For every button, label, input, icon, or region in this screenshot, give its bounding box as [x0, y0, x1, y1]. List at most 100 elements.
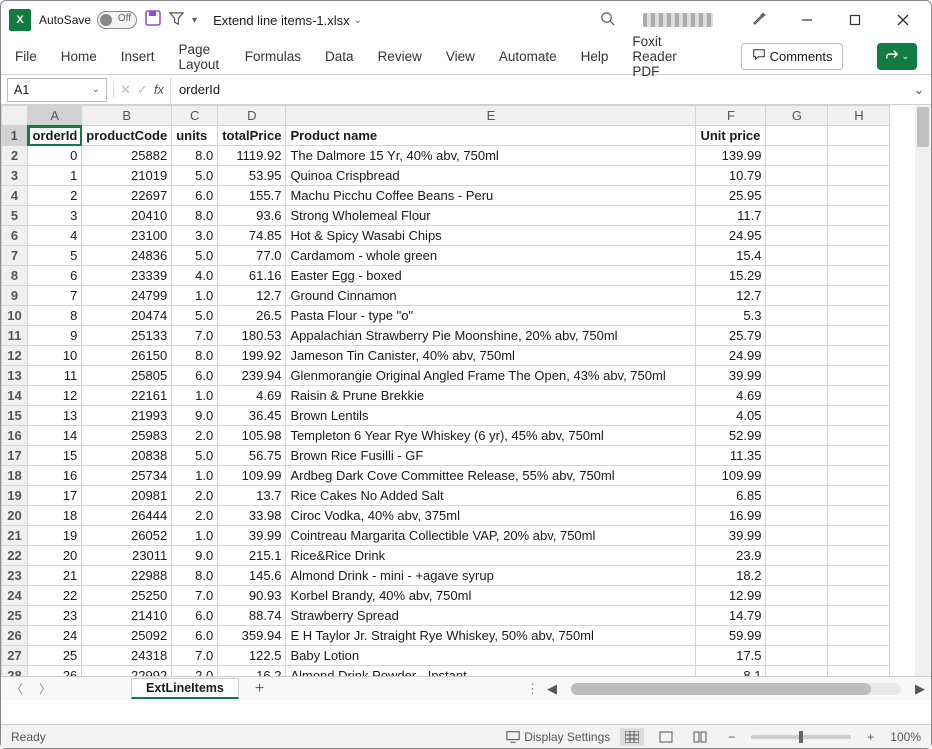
view-pagebreak-button[interactable] — [688, 728, 712, 746]
row-header[interactable]: 17 — [2, 446, 28, 466]
filename[interactable]: Extend line items-1.xlsx ⌄ — [213, 13, 362, 28]
cell[interactable]: 359.94 — [218, 626, 286, 646]
tab-insert[interactable]: Insert — [121, 43, 155, 70]
row-header[interactable]: 5 — [2, 206, 28, 226]
select-all-corner[interactable] — [2, 106, 28, 126]
cell[interactable]: 39.99 — [696, 366, 766, 386]
cell[interactable]: 17.5 — [696, 646, 766, 666]
cell[interactable]: Strawberry Spread — [286, 606, 696, 626]
cell[interactable] — [766, 366, 828, 386]
name-box[interactable]: A1 ⌄ — [7, 78, 107, 102]
tab-data[interactable]: Data — [325, 43, 354, 70]
cell[interactable]: 6.85 — [696, 486, 766, 506]
cell[interactable]: 33.98 — [218, 506, 286, 526]
cell[interactable]: 25734 — [82, 466, 172, 486]
cell[interactable] — [766, 186, 828, 206]
cell[interactable] — [828, 266, 890, 286]
row-header[interactable]: 19 — [2, 486, 28, 506]
tab-view[interactable]: View — [446, 43, 475, 70]
cell[interactable] — [766, 346, 828, 366]
cell[interactable]: Baby Lotion — [286, 646, 696, 666]
sheet-nav-next[interactable]: 〉 — [35, 680, 55, 697]
cell[interactable] — [828, 246, 890, 266]
cell[interactable]: 26.5 — [218, 306, 286, 326]
cell[interactable]: 52.99 — [696, 426, 766, 446]
cell[interactable] — [828, 306, 890, 326]
cell[interactable] — [766, 586, 828, 606]
cell[interactable] — [828, 586, 890, 606]
cell[interactable] — [766, 406, 828, 426]
cell[interactable]: 12.7 — [696, 286, 766, 306]
cell[interactable] — [766, 126, 828, 146]
cell[interactable]: 25133 — [82, 326, 172, 346]
cell[interactable]: 18 — [28, 506, 82, 526]
cell[interactable] — [766, 506, 828, 526]
cell[interactable]: 4.05 — [696, 406, 766, 426]
row-header[interactable]: 8 — [2, 266, 28, 286]
row-header[interactable]: 18 — [2, 466, 28, 486]
cell[interactable]: 93.6 — [218, 206, 286, 226]
cell[interactable]: Almond Drink Powder - Instant — [286, 666, 696, 677]
cell[interactable]: 20 — [28, 546, 82, 566]
row-header[interactable]: 27 — [2, 646, 28, 666]
cell[interactable]: 21993 — [82, 406, 172, 426]
cell[interactable] — [766, 426, 828, 446]
column-header[interactable]: C — [172, 106, 218, 126]
cell[interactable] — [828, 406, 890, 426]
row-header[interactable]: 14 — [2, 386, 28, 406]
cell[interactable]: units — [172, 126, 218, 146]
cell[interactable]: 15.4 — [696, 246, 766, 266]
cell[interactable] — [766, 566, 828, 586]
cell[interactable]: Korbel Brandy, 40% abv, 750ml — [286, 586, 696, 606]
zoom-in-button[interactable]: + — [861, 730, 880, 744]
cell[interactable]: 5.0 — [172, 446, 218, 466]
search-icon[interactable] — [600, 11, 615, 29]
cell[interactable] — [828, 526, 890, 546]
row-header[interactable]: 28 — [2, 666, 28, 677]
sheet-tab-active[interactable]: ExtLineItems — [131, 678, 239, 699]
cell[interactable]: Product name — [286, 126, 696, 146]
cell[interactable]: 2 — [28, 186, 82, 206]
cell[interactable]: 61.16 — [218, 266, 286, 286]
display-settings-button[interactable]: Display Settings — [506, 730, 610, 744]
tab-file[interactable]: File — [15, 43, 37, 70]
cell[interactable]: 23 — [28, 606, 82, 626]
tab-home[interactable]: Home — [61, 43, 97, 70]
cell[interactable]: 59.99 — [696, 626, 766, 646]
cell[interactable]: 20981 — [82, 486, 172, 506]
cell[interactable]: Ciroc Vodka, 40% abv, 375ml — [286, 506, 696, 526]
cell[interactable]: 12.99 — [696, 586, 766, 606]
cell[interactable]: 19 — [28, 526, 82, 546]
cell[interactable] — [766, 626, 828, 646]
fx-icon[interactable]: fx — [154, 82, 164, 97]
cell[interactable]: 11.35 — [696, 446, 766, 466]
cell[interactable]: 25250 — [82, 586, 172, 606]
cell[interactable] — [828, 666, 890, 677]
cell[interactable] — [828, 446, 890, 466]
cell[interactable]: 23100 — [82, 226, 172, 246]
row-header[interactable]: 21 — [2, 526, 28, 546]
filter-icon[interactable] — [169, 11, 184, 30]
cell[interactable] — [766, 166, 828, 186]
cell[interactable]: 7.0 — [172, 586, 218, 606]
cell[interactable]: 90.93 — [218, 586, 286, 606]
vertical-scrollbar[interactable] — [915, 105, 931, 676]
cell[interactable]: 8.0 — [172, 346, 218, 366]
cell[interactable]: 8 — [28, 306, 82, 326]
row-header[interactable]: 23 — [2, 566, 28, 586]
cell[interactable]: Jameson Tin Canister, 40% abv, 750ml — [286, 346, 696, 366]
row-header[interactable]: 11 — [2, 326, 28, 346]
cell[interactable] — [828, 506, 890, 526]
row-header[interactable]: 15 — [2, 406, 28, 426]
cell[interactable] — [828, 126, 890, 146]
cell[interactable]: Ground Cinnamon — [286, 286, 696, 306]
cell[interactable]: 239.94 — [218, 366, 286, 386]
cell[interactable]: 139.99 — [696, 146, 766, 166]
cell[interactable]: Rice Cakes No Added Salt — [286, 486, 696, 506]
cell[interactable] — [828, 626, 890, 646]
cell[interactable]: Strong Wholemeal Flour — [286, 206, 696, 226]
cell[interactable]: 25882 — [82, 146, 172, 166]
cell[interactable]: 25983 — [82, 426, 172, 446]
worksheet-grid[interactable]: ABCDEFGH1orderIdproductCodeunitstotalPri… — [1, 105, 931, 700]
cell[interactable]: 22992 — [82, 666, 172, 677]
